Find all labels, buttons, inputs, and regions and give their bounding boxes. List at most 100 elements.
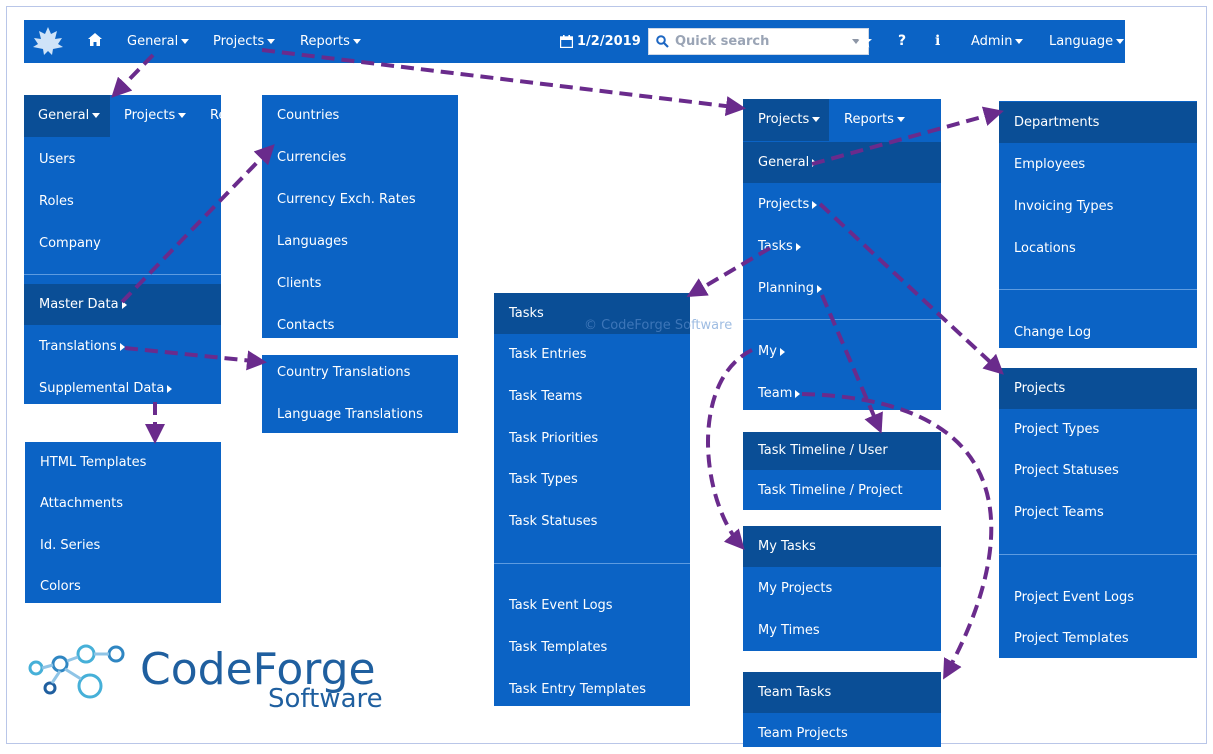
menu-item-master-data[interactable]: Master Data [24,284,221,325]
menu-item-roles[interactable]: Roles [24,181,221,222]
menu-item-task-priorities[interactable]: Task Priorities [494,418,690,459]
menu-item-colors[interactable]: Colors [25,566,221,607]
menu-item-company[interactable]: Company [24,223,221,264]
menu-divider [24,274,221,275]
menu-item-currency-exch-rates[interactable]: Currency Exch. Rates [262,179,458,220]
menu-item-task-timeline-user[interactable]: Task Timeline / User [743,432,941,470]
menu-item-id-series[interactable]: Id. Series [25,525,221,566]
star-icon[interactable] [858,34,872,48]
menu-item-team-tasks[interactable]: Team Tasks [743,672,941,713]
translations-submenu: Country Translations Language Translatio… [262,355,458,433]
nav-projects[interactable]: Projects [213,20,276,63]
quick-search-input[interactable]: Quick search [648,28,869,55]
menu-item-html-templates[interactable]: HTML Templates [25,442,221,483]
tab-reports[interactable]: Re [210,95,221,137]
caret-down-icon [812,117,821,122]
menu-item-projects-list[interactable]: Projects [999,368,1197,409]
menu-divider [494,563,690,564]
menu-item-task-event-logs[interactable]: Task Event Logs [494,585,690,626]
menu-tab-bar: General Projects Re [24,95,221,137]
projects-submenu: Projects Project Types Project Statuses … [999,368,1197,658]
menu-item-translations[interactable]: Translations [24,326,221,367]
menu-item-project-teams[interactable]: Project Teams [999,492,1197,533]
general-dropdown-menu: General Projects Re Users Roles Company … [24,95,221,404]
menu-item-country-translations[interactable]: Country Translations [262,352,458,393]
codeforge-logo: CodeForge Software [28,636,428,716]
tab-general[interactable]: General [24,95,110,137]
planning-submenu: Task Timeline / User Task Timeline / Pro… [743,432,941,510]
menu-item-team[interactable]: Team [743,373,941,414]
menu-item-currencies[interactable]: Currencies [262,137,458,178]
menu-item-my[interactable]: My [743,331,941,372]
general-submenu: Departments Employees Invoicing Types Lo… [999,101,1197,348]
menu-item-task-templates[interactable]: Task Templates [494,627,690,668]
menu-item-my-projects[interactable]: My Projects [743,568,941,609]
projects-dropdown-menu: Projects Reports General Projects Tasks … [743,99,941,410]
caret-down-icon [181,39,190,44]
caret-down-icon [92,113,101,118]
menu-divider [999,554,1197,555]
menu-item-departments[interactable]: Departments [999,102,1197,143]
caret-down-icon [1116,39,1125,44]
caret-right-icon [121,300,127,309]
caret-right-icon [119,342,125,351]
tab-reports[interactable]: Reports [844,99,905,141]
menu-item-planning[interactable]: Planning [743,268,941,309]
nav-general[interactable]: General [127,20,190,63]
menu-item-change-log[interactable]: Change Log [999,312,1197,353]
menu-item-task-entries[interactable]: Task Entries [494,334,690,375]
search-icon [656,35,669,48]
menu-item-language-translations[interactable]: Language Translations [262,394,458,435]
maple-leaf-logo-icon[interactable] [31,25,65,57]
menu-item-locations[interactable]: Locations [999,228,1197,269]
menu-item-my-tasks[interactable]: My Tasks [743,526,941,567]
logo-subtitle: Software [268,684,383,714]
menu-item-countries[interactable]: Countries [262,95,458,136]
menu-item-project-types[interactable]: Project Types [999,409,1197,450]
supplemental-data-submenu: HTML Templates Attachments Id. Series Co… [25,442,221,603]
menu-item-project-event-logs[interactable]: Project Event Logs [999,577,1197,618]
caret-down-icon [1015,39,1024,44]
caret-down-icon [267,39,276,44]
nav-reports[interactable]: Reports [300,20,361,63]
help-icon[interactable]: ? [898,20,906,63]
tasks-submenu: Tasks Task Entries Task Teams Task Prior… [494,293,690,706]
menu-item-projects[interactable]: Projects [743,184,941,225]
menu-item-task-types[interactable]: Task Types [494,459,690,500]
home-icon[interactable] [88,33,102,46]
info-icon[interactable]: i [935,20,940,63]
caret-down-icon [352,39,361,44]
menu-item-languages[interactable]: Languages [262,221,458,262]
current-date[interactable]: 1/2/2019 [577,20,641,63]
nav-admin[interactable]: Admin [971,20,1024,63]
menu-item-task-timeline-project[interactable]: Task Timeline / Project [743,472,941,510]
molecule-logo-icon [28,644,125,699]
nav-language[interactable]: Language [1049,20,1125,63]
menu-item-employees[interactable]: Employees [999,144,1197,185]
menu-item-project-statuses[interactable]: Project Statuses [999,450,1197,491]
caret-right-icon [779,347,785,356]
menu-item-tasks[interactable]: Tasks [743,226,941,267]
menu-item-supplemental-data[interactable]: Supplemental Data [24,368,221,409]
menu-item-task-entry-templates[interactable]: Task Entry Templates [494,669,690,710]
menu-item-project-templates[interactable]: Project Templates [999,618,1197,659]
caret-right-icon [812,158,818,167]
menu-item-task-statuses[interactable]: Task Statuses [494,501,690,542]
master-data-submenu: Countries Currencies Currency Exch. Rate… [262,95,458,338]
caret-down-icon [896,117,905,122]
menu-item-invoicing-types[interactable]: Invoicing Types [999,186,1197,227]
menu-item-my-times[interactable]: My Times [743,610,941,651]
menu-item-team-projects[interactable]: Team Projects [743,713,941,754]
caret-right-icon [795,389,801,398]
menu-item-users[interactable]: Users [24,139,221,180]
menu-item-attachments[interactable]: Attachments [25,483,221,524]
tab-projects[interactable]: Projects [124,95,187,137]
top-navbar: General Projects Reports 1/2/2019 Quick … [24,20,1125,63]
menu-item-clients[interactable]: Clients [262,263,458,304]
menu-item-contacts[interactable]: Contacts [262,305,458,346]
tab-projects-active[interactable]: Projects [743,99,829,141]
menu-item-task-teams[interactable]: Task Teams [494,376,690,417]
watermark-text: © CodeForge Software [584,318,733,333]
menu-item-general[interactable]: General [743,142,941,183]
caret-right-icon [812,200,818,209]
